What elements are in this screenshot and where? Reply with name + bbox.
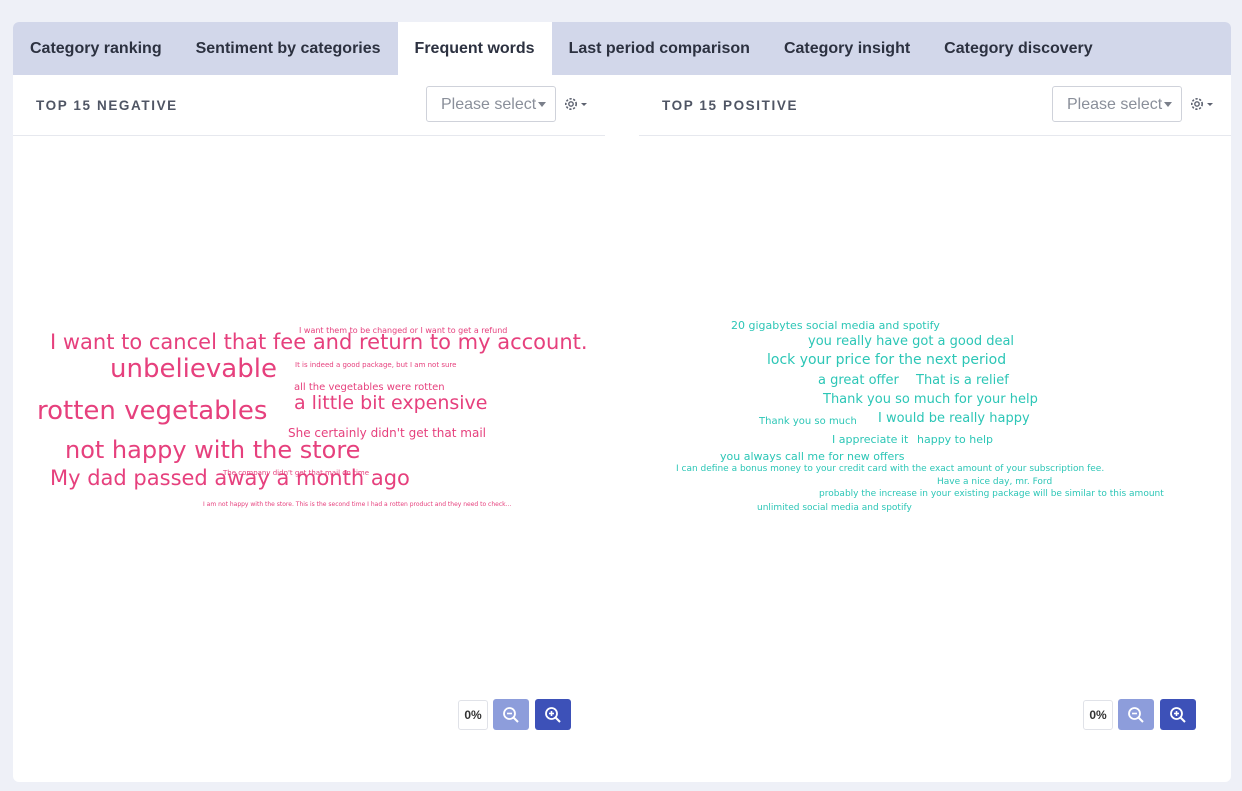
tab-last-period-comparison[interactable]: Last period comparison <box>552 22 767 75</box>
word-cloud-item: I would be really happy <box>878 411 1030 426</box>
positive-zoom-in-button[interactable] <box>1160 699 1196 730</box>
negative-panel-header: TOP 15 NEGATIVE Please select <box>13 75 605 136</box>
word-cloud-item: I can define a bonus money to your credi… <box>676 464 1105 474</box>
negative-panel-title: TOP 15 NEGATIVE <box>36 98 178 113</box>
word-cloud-item: rotten vegetables <box>37 396 268 426</box>
positive-zoom-out-button[interactable] <box>1118 699 1154 730</box>
word-cloud-item: I am not happy with the store. This is t… <box>203 501 512 508</box>
word-cloud-item: Thank you so much for your help <box>823 392 1038 407</box>
positive-select-placeholder: Please select <box>1067 96 1163 113</box>
negative-word-cloud: I want them to be changed or I want to g… <box>13 136 613 696</box>
word-cloud-item: The company didn't get that mail on time <box>223 469 370 477</box>
negative-select-placeholder: Please select <box>441 96 537 113</box>
zoom-out-icon <box>1128 706 1144 723</box>
word-cloud-item: not happy with the store <box>65 436 361 464</box>
word-cloud-item: Have a nice day, mr. Ford <box>937 477 1053 487</box>
negative-zoom-in-button[interactable] <box>535 699 571 730</box>
positive-word-cloud: 20 gigabytes social media and spotify yo… <box>639 136 1231 696</box>
positive-select-dropdown[interactable]: Please select <box>1052 86 1182 122</box>
tab-category-insight[interactable]: Category insight <box>767 22 927 75</box>
word-cloud-item: Thank you so much <box>759 416 857 427</box>
negative-settings-gear-icon[interactable] <box>562 94 590 114</box>
word-cloud-item: 20 gigabytes social media and spotify <box>731 319 940 332</box>
word-cloud-item: happy to help <box>917 433 994 446</box>
positive-panel-header: TOP 15 POSITIVE Please select <box>639 75 1231 136</box>
zoom-in-icon <box>1170 706 1186 723</box>
tab-bar: Category ranking Sentiment by categories… <box>13 22 1231 75</box>
positive-zoom-level: 0% <box>1083 700 1113 730</box>
negative-zoom-level: 0% <box>458 700 488 730</box>
tab-category-discovery[interactable]: Category discovery <box>927 22 1110 75</box>
tab-frequent-words[interactable]: Frequent words <box>397 22 552 75</box>
word-cloud-item: It is indeed a good package, but I am no… <box>295 361 457 369</box>
word-cloud-item: unbelievable <box>110 354 277 384</box>
word-cloud-item: probably the increase in your existing p… <box>819 489 1164 499</box>
word-cloud-item: a great offer <box>818 373 899 388</box>
tab-sentiment-by-categories[interactable]: Sentiment by categories <box>179 22 398 75</box>
word-cloud-item: you always call me for new offers <box>720 450 905 463</box>
zoom-in-icon <box>545 706 561 723</box>
caret-down-icon <box>538 102 546 107</box>
frequent-words-card: Category ranking Sentiment by categories… <box>13 22 1231 782</box>
word-cloud-item: you really have got a good deal <box>808 334 1015 349</box>
positive-panel-title: TOP 15 POSITIVE <box>662 98 799 113</box>
word-cloud-item: lock your price for the next period <box>767 352 1007 368</box>
word-cloud-item: a little bit expensive <box>294 392 488 414</box>
word-cloud-item: unlimited social media and spotify <box>757 503 912 513</box>
tab-category-ranking[interactable]: Category ranking <box>13 22 179 75</box>
negative-zoom-out-button[interactable] <box>493 699 529 730</box>
word-cloud-item: That is a relief <box>916 373 1009 388</box>
caret-down-icon <box>1164 102 1172 107</box>
zoom-out-icon <box>503 706 519 723</box>
word-cloud-item: I want to cancel that fee and return to … <box>50 330 588 354</box>
word-cloud-item: I appreciate it <box>832 433 909 446</box>
positive-settings-gear-icon[interactable] <box>1188 94 1216 114</box>
negative-select-dropdown[interactable]: Please select <box>426 86 556 122</box>
